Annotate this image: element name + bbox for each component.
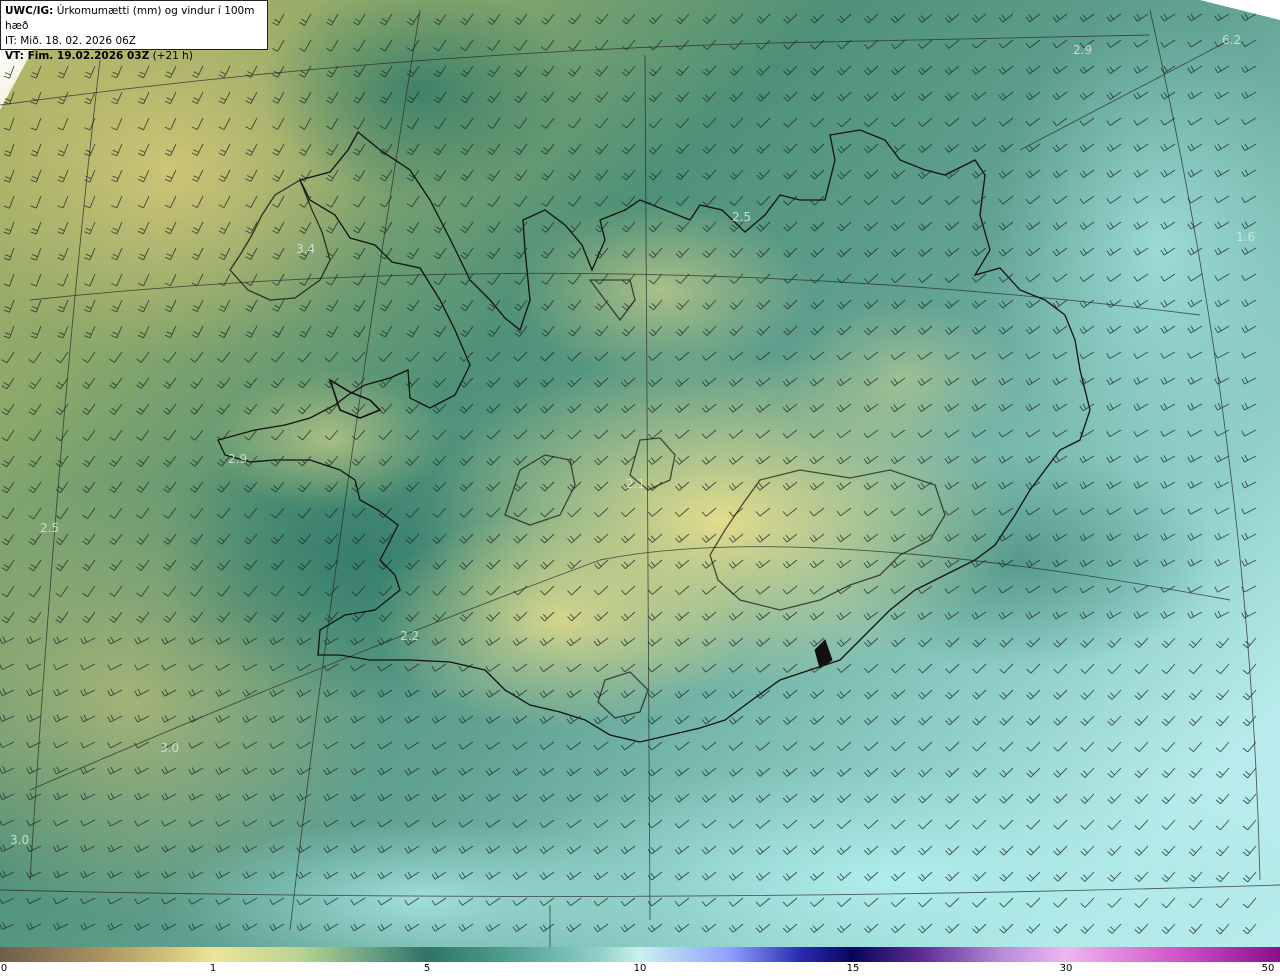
value-label: 3.0 [10, 833, 29, 847]
value-label: 1.6 [1236, 230, 1255, 244]
legend-tick: 10 [633, 963, 647, 974]
value-label: 2.5 [732, 210, 751, 224]
value-label: 2.5 [40, 521, 59, 535]
forecast-hour: (+21 h) [152, 50, 193, 62]
map-title-box: UWC/IG: Úrkomumætti (mm) og vindur í 100… [0, 0, 268, 62]
value-label: 3.0 [160, 741, 179, 755]
legend-tick: 0 [0, 963, 8, 974]
value-label: 2.1 [626, 477, 645, 491]
legend-tick: 1 [209, 963, 217, 974]
legend-color-bar [0, 947, 1280, 962]
precipitation-wind-map: 2.9 6.2 3.4 2.5 1.6 2.9 2.1 2.5 2.2 3.0 … [0, 0, 1280, 947]
legend-tick: 30 [1059, 963, 1073, 974]
init-time: IT: Mið. 18. 02. 2026 06Z [5, 35, 136, 47]
value-label: 2.9 [1073, 43, 1092, 57]
weather-map-page: 2.9 6.2 3.4 2.5 1.6 2.9 2.1 2.5 2.2 3.0 … [0, 0, 1280, 978]
product-code: UWC/IG: [5, 5, 54, 17]
value-label: 2.9 [228, 452, 247, 466]
valid-time-line: VT: Fim. 19.02.2026 03Z (+21 h) [5, 49, 263, 64]
precipitation-color-legend: 0 1 5 10 15 30 50 [0, 947, 1280, 978]
title-line: UWC/IG: Úrkomumætti (mm) og vindur í 100… [5, 4, 263, 34]
legend-tick: 15 [846, 963, 860, 974]
valid-time: VT: Fim. 19.02.2026 03Z [5, 50, 150, 62]
legend-tick: 50 [1261, 963, 1275, 974]
field-background [0, 0, 1280, 947]
value-label: 6.2 [1222, 33, 1241, 47]
legend-tick: 5 [423, 963, 431, 974]
value-label: 3.4 [296, 242, 315, 256]
value-label: 2.2 [400, 629, 419, 643]
